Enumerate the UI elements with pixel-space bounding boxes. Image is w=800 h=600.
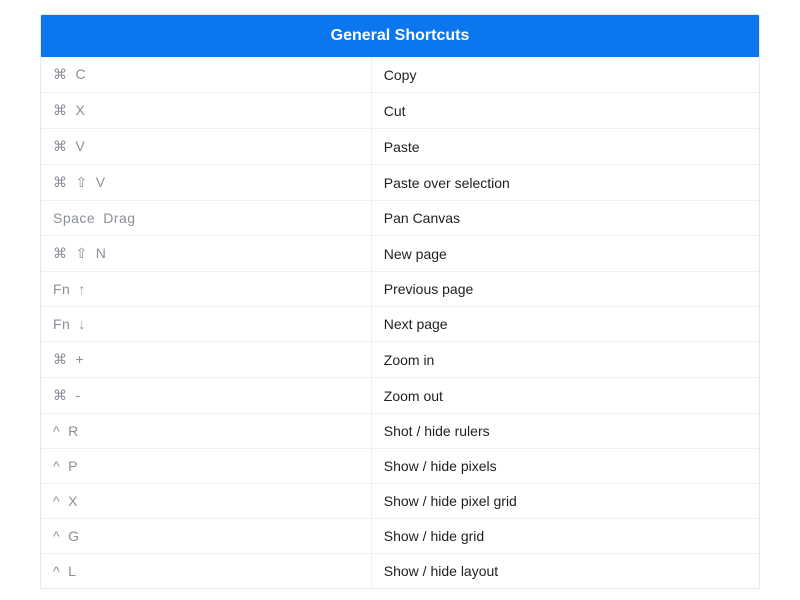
key-token: ^ <box>53 528 60 544</box>
shortcut-description: Show / hide grid <box>371 519 759 554</box>
shortcut-keys: ^R <box>41 414 371 449</box>
key-token: V <box>76 138 86 154</box>
key-token: ⇧ <box>76 174 88 191</box>
key-token: ⌘ <box>53 66 68 83</box>
table-row: Space Drag Pan Canvas <box>41 201 759 236</box>
key-token: ⌘ <box>53 102 68 119</box>
table-row: Fn ↓ Next page <box>41 307 759 342</box>
key-token: Fn <box>53 281 70 297</box>
key-token: R <box>68 423 79 439</box>
key-token: G <box>68 528 79 544</box>
shortcut-description: Next page <box>371 307 759 342</box>
shortcut-description: Zoom out <box>371 378 759 414</box>
shortcut-description: Show / hide pixels <box>371 449 759 484</box>
shortcut-keys: ⌘- <box>41 378 371 414</box>
table-row: Fn ↑ Previous page <box>41 272 759 307</box>
shortcut-keys: Space Drag <box>41 201 371 236</box>
key-token: ⌘ <box>53 245 68 262</box>
key-token: ↓ <box>78 316 86 332</box>
shortcut-keys: Fn ↓ <box>41 307 371 342</box>
table-row: ⌘ ⇧ N New page <box>41 236 759 272</box>
table-row: ⌘VPaste <box>41 129 759 165</box>
key-token: ⇧ <box>76 245 88 262</box>
shortcut-description: Show / hide layout <box>371 554 759 589</box>
table-row: ^LShow / hide layout <box>41 554 759 589</box>
shortcut-keys: ⌘V <box>41 129 371 165</box>
shortcut-description: Copy <box>371 57 759 93</box>
shortcut-keys: ⌘ ⇧ N <box>41 236 371 272</box>
table-row: ^RShot / hide rulers <box>41 414 759 449</box>
shortcut-description: Show / hide pixel grid <box>371 484 759 519</box>
key-token: X <box>68 493 78 509</box>
shortcut-description: Pan Canvas <box>371 201 759 236</box>
key-token: + <box>76 351 85 367</box>
key-token: V <box>96 174 106 190</box>
key-token: Drag <box>103 210 135 226</box>
shortcuts-table: ⌘CCopy⌘XCut⌘VPaste⌘⇧VPaste over selectio… <box>41 57 759 588</box>
table-row: ⌘XCut <box>41 93 759 129</box>
shortcut-description: New page <box>371 236 759 272</box>
shortcut-keys: ^X <box>41 484 371 519</box>
shortcut-keys: ⌘C <box>41 57 371 93</box>
table-row: ⌘-Zoom out <box>41 378 759 414</box>
shortcut-description: Shot / hide rulers <box>371 414 759 449</box>
shortcut-keys: ^L <box>41 554 371 589</box>
shortcut-keys: ^G <box>41 519 371 554</box>
key-token: ⌘ <box>53 351 68 368</box>
table-row: ⌘+Zoom in <box>41 342 759 378</box>
shortcut-description: Paste <box>371 129 759 165</box>
shortcut-keys: ⌘ ⇧ V <box>41 165 371 201</box>
key-token: ↑ <box>78 281 86 297</box>
key-token: ⌘ <box>53 174 68 191</box>
table-row: ^GShow / hide grid <box>41 519 759 554</box>
shortcut-description: Previous page <box>371 272 759 307</box>
key-token: ^ <box>53 493 60 509</box>
shortcut-keys: ⌘X <box>41 93 371 129</box>
shortcut-description: Zoom in <box>371 342 759 378</box>
key-token: N <box>96 245 107 261</box>
key-token: Fn <box>53 316 70 332</box>
key-token: P <box>68 458 78 474</box>
shortcut-keys: ⌘+ <box>41 342 371 378</box>
key-token: ^ <box>53 563 60 579</box>
key-token: ^ <box>53 458 60 474</box>
shortcuts-panel: General Shortcuts ⌘CCopy⌘XCut⌘VPaste⌘⇧VP… <box>40 14 760 589</box>
key-token: - <box>76 387 81 403</box>
shortcut-keys: Fn ↑ <box>41 272 371 307</box>
key-token: ⌘ <box>53 387 68 404</box>
key-token: X <box>76 102 86 118</box>
table-row: ⌘ ⇧ V Paste over selection <box>41 165 759 201</box>
table-row: ^XShow / hide pixel grid <box>41 484 759 519</box>
key-token: ^ <box>53 423 60 439</box>
key-token: L <box>68 563 76 579</box>
key-token: ⌘ <box>53 138 68 155</box>
key-token: C <box>76 66 87 82</box>
shortcut-description: Cut <box>371 93 759 129</box>
shortcut-description: Paste over selection <box>371 165 759 201</box>
shortcut-keys: ^P <box>41 449 371 484</box>
table-row: ^PShow / hide pixels <box>41 449 759 484</box>
key-token: Space <box>53 210 95 226</box>
table-row: ⌘CCopy <box>41 57 759 93</box>
panel-title: General Shortcuts <box>41 15 759 57</box>
